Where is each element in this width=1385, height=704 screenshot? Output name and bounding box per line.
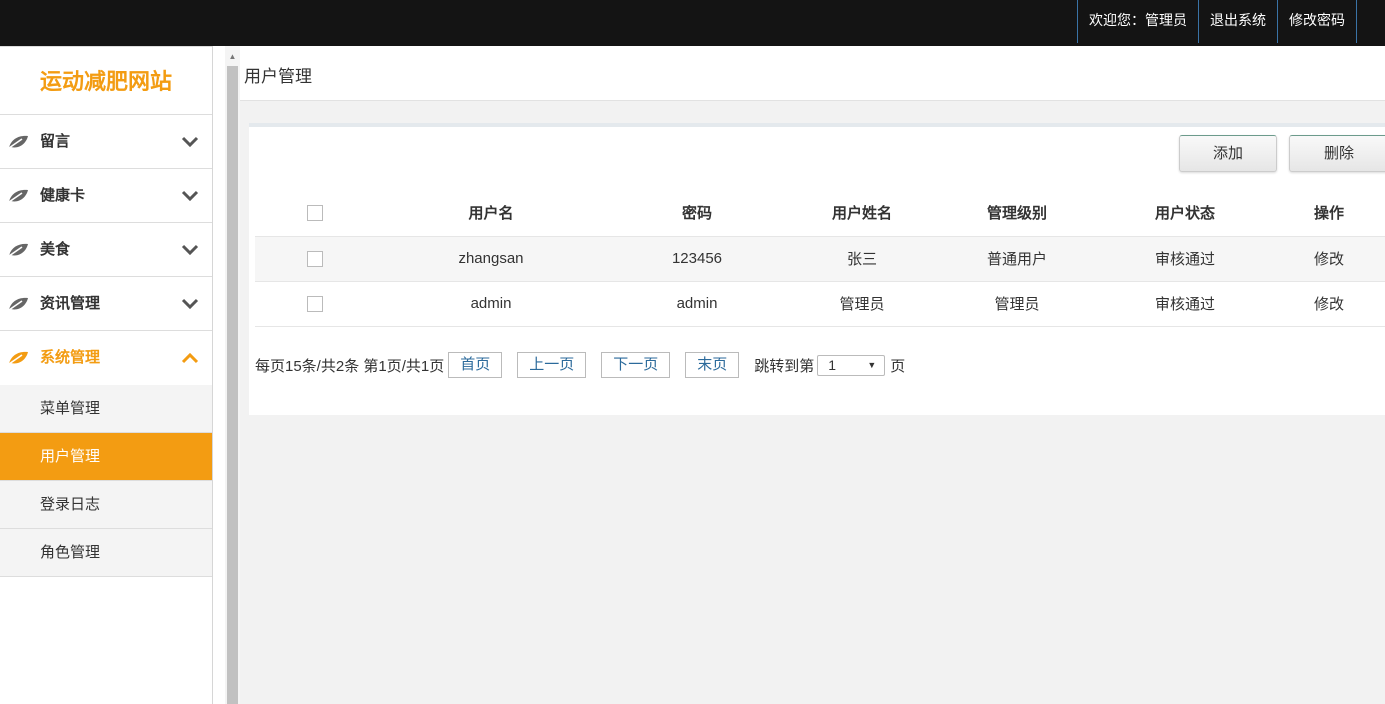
sidebar-menu-label: 系统管理 <box>40 349 101 366</box>
cell-username: zhangsan <box>375 235 607 281</box>
cell-level: 普通用户 <box>937 235 1097 281</box>
sidebar-menu-label: 资讯管理 <box>40 295 101 312</box>
table-row: zhangsan 123456 张三 普通用户 审核通过 修改 <box>255 235 1385 281</box>
cell-username: admin <box>375 280 607 327</box>
chevron-down-icon <box>181 298 199 310</box>
sidebar-menu-system[interactable]: 系统管理 <box>0 331 212 385</box>
main-content: 用户管理 添加 删除 用户名 密码 用户姓名 管理级别 用户状态 操作 zhan… <box>240 46 1385 704</box>
top-nav: 欢迎您：管理员 退出系统 修改密码 <box>1077 0 1357 43</box>
column-header-action: 操作 <box>1313 204 1344 222</box>
chevron-up-icon <box>181 352 199 364</box>
page-title: 用户管理 <box>244 67 312 86</box>
page-header: 用户管理 <box>240 46 1385 101</box>
welcome-user-link[interactable]: 欢迎您：管理员 <box>1077 0 1198 43</box>
column-header-status: 用户状态 <box>1154 204 1215 222</box>
delete-button[interactable]: 删除 <box>1289 135 1385 172</box>
leaf-icon <box>8 243 28 257</box>
sidebar-menu-news[interactable]: 资讯管理 <box>0 277 212 331</box>
edit-link[interactable]: 修改 <box>1273 280 1385 327</box>
table-row: admin admin 管理员 管理员 审核通过 修改 <box>255 280 1385 327</box>
page-select-value: 1 <box>828 356 837 373</box>
sidebar-item-menu-management[interactable]: 菜单管理 <box>0 385 212 433</box>
cell-name: 张三 <box>787 235 937 281</box>
chevron-down-icon <box>181 136 199 148</box>
jump-label: 跳转到第 <box>754 357 815 375</box>
first-page-button[interactable]: 首页 <box>448 352 503 378</box>
row-checkbox[interactable] <box>307 251 323 268</box>
sidebar-menu-label: 健康卡 <box>40 187 86 204</box>
cell-level: 管理员 <box>937 280 1097 327</box>
cell-status: 审核通过 <box>1097 235 1273 281</box>
column-header-password: 密码 <box>681 204 712 222</box>
edit-link[interactable]: 修改 <box>1273 235 1385 281</box>
sidebar-menu-label: 留言 <box>40 133 71 150</box>
sidebar-menu-health-card[interactable]: 健康卡 <box>0 169 212 223</box>
next-page-button[interactable]: 下一页 <box>601 352 671 378</box>
site-logo: 运动减肥网站 <box>0 46 212 115</box>
change-password-link[interactable]: 修改密码 <box>1277 0 1357 43</box>
sidebar-menu-message[interactable]: 留言 <box>0 115 212 169</box>
scroll-up-icon[interactable]: ▲ <box>225 51 240 63</box>
chevron-down-icon <box>181 244 199 256</box>
row-checkbox[interactable] <box>307 296 323 313</box>
leaf-icon <box>8 135 28 149</box>
cell-password: 123456 <box>607 235 787 281</box>
leaf-icon <box>8 297 28 311</box>
leaf-icon <box>8 351 28 365</box>
leaf-icon <box>8 189 28 203</box>
chevron-down-icon <box>181 190 199 202</box>
sidebar-menu-label: 美食 <box>40 241 71 258</box>
cell-name: 管理员 <box>787 280 937 327</box>
scrollbar-thumb[interactable] <box>227 66 238 704</box>
pagination-summary: 每页15条/共2条 第1页/共1页 <box>255 357 445 375</box>
column-header-name: 用户姓名 <box>831 204 892 222</box>
cell-password: admin <box>607 280 787 327</box>
sidebar-item-login-log[interactable]: 登录日志 <box>0 481 212 529</box>
sidebar-item-user-management[interactable]: 用户管理 <box>0 433 212 481</box>
sidebar-scrollbar[interactable]: ▲ <box>225 46 240 704</box>
sidebar-item-role-management[interactable]: 角色管理 <box>0 529 212 577</box>
column-header-level: 管理级别 <box>986 204 1047 222</box>
add-button[interactable]: 添加 <box>1179 135 1277 172</box>
user-table: 用户名 密码 用户姓名 管理级别 用户状态 操作 zhangsan 123456… <box>255 189 1385 327</box>
jump-suffix: 页 <box>890 357 906 375</box>
sidebar-menu-food[interactable]: 美食 <box>0 223 212 277</box>
page-select[interactable]: 1 ▼ <box>817 354 886 376</box>
user-list-panel: 添加 删除 用户名 密码 用户姓名 管理级别 用户状态 操作 zhangsan … <box>249 123 1385 415</box>
sidebar: 运动减肥网站 留言 健康卡 美食 资讯管理 系统管理 菜单管理 用户管理 登录日… <box>0 46 213 704</box>
logout-link[interactable]: 退出系统 <box>1198 0 1277 43</box>
last-page-button[interactable]: 末页 <box>685 352 740 378</box>
column-header-username: 用户名 <box>468 204 514 222</box>
table-header-row: 用户名 密码 用户姓名 管理级别 用户状态 操作 <box>255 189 1385 236</box>
caret-down-icon: ▼ <box>867 359 877 370</box>
pagination: 每页15条/共2条 第1页/共1页 首页 上一页 下一页 末页 跳转到第 1 ▼… <box>255 352 905 378</box>
select-all-checkbox[interactable] <box>307 204 323 221</box>
top-bar: 欢迎您：管理员 退出系统 修改密码 <box>0 0 1385 46</box>
cell-status: 审核通过 <box>1097 280 1273 327</box>
prev-page-button[interactable]: 上一页 <box>517 352 587 378</box>
